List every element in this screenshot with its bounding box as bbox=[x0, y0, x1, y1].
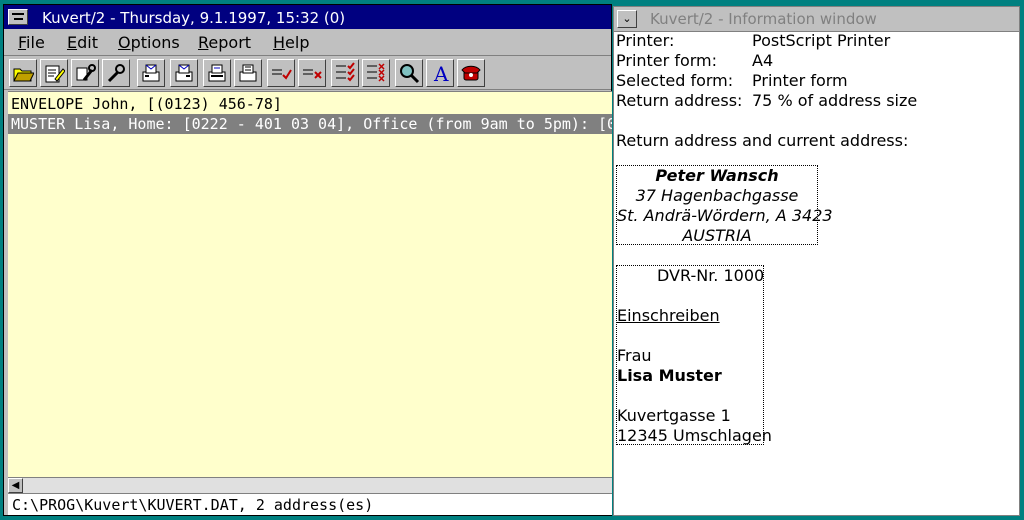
print-envelope-icon[interactable] bbox=[137, 59, 165, 87]
address-dvr: DVR-Nr. 1000 bbox=[657, 266, 765, 285]
print-label-icon[interactable] bbox=[203, 59, 231, 87]
system-menu-icon[interactable] bbox=[8, 9, 28, 25]
window-title: Kuvert/2 - Thursday, 9.1.1997, 15:32 (0) bbox=[42, 9, 346, 27]
address-list[interactable]: ENVELOPE John, [(0123) 456-78] MUSTER Li… bbox=[8, 91, 612, 478]
print-list-icon[interactable] bbox=[234, 59, 262, 87]
address-delivery: Einschreiben bbox=[617, 306, 720, 325]
return-street: 37 Hagenbachgasse bbox=[635, 186, 799, 205]
svg-text:A: A bbox=[433, 62, 449, 84]
toolbar: A bbox=[4, 56, 611, 90]
menu-edit[interactable]: Edit bbox=[67, 33, 98, 52]
return-name: Peter Wansch bbox=[655, 166, 779, 185]
main-window: Kuvert/2 - Thursday, 9.1.1997, 15:32 (0)… bbox=[3, 4, 612, 516]
address-salutation: Frau bbox=[617, 346, 652, 365]
return-city: St. Andrä-Wördern, A 3423 bbox=[617, 206, 833, 225]
cross-mark-icon[interactable] bbox=[298, 59, 326, 87]
address-preview-heading: Return address and current address: bbox=[616, 131, 909, 150]
multi-check-icon[interactable] bbox=[331, 59, 359, 87]
list-item[interactable]: ENVELOPE John, [(0123) 456-78] bbox=[8, 94, 612, 114]
check-mark-icon[interactable] bbox=[267, 59, 295, 87]
tools-icon[interactable] bbox=[71, 59, 99, 87]
menu-bar: File Edit Options Report Help bbox=[4, 29, 611, 56]
info-title-bar[interactable]: ⌄ Kuvert/2 - Information window bbox=[614, 7, 1019, 32]
font-icon[interactable]: A bbox=[426, 59, 454, 87]
info-field-printer-form: Printer form: A4 bbox=[616, 51, 774, 70]
status-bar: C:\PROG\Kuvert\KUVERT.DAT, 2 address(es) bbox=[8, 493, 612, 515]
scroll-left-arrow-icon[interactable]: ◀ bbox=[8, 478, 23, 493]
information-window: ⌄ Kuvert/2 - Information window Printer:… bbox=[613, 6, 1020, 516]
telephone-icon[interactable] bbox=[457, 59, 485, 87]
info-window-title: Kuvert/2 - Information window bbox=[650, 10, 877, 28]
address-city: 12345 Umschlagen bbox=[617, 426, 772, 445]
magnifier-icon[interactable] bbox=[395, 59, 423, 87]
info-field-selected-form: Selected form: Printer form bbox=[616, 71, 848, 90]
print-envelope-2-icon[interactable] bbox=[170, 59, 198, 87]
chevron-down-icon[interactable]: ⌄ bbox=[617, 10, 637, 28]
address-street: Kuvertgasse 1 bbox=[617, 406, 731, 425]
list-item-selected[interactable]: MUSTER Lisa, Home: [0222 - 401 03 04], O… bbox=[8, 114, 612, 134]
menu-file[interactable]: File bbox=[18, 33, 45, 52]
return-address-box: Peter Wansch 37 Hagenbachgasse St. Andrä… bbox=[616, 165, 833, 245]
info-field-return-address: Return address: 75 % of address size bbox=[616, 91, 918, 110]
menu-report[interactable]: Report bbox=[198, 33, 251, 52]
current-address-box: DVR-Nr. 1000 Einschreiben Frau Lisa Must… bbox=[616, 265, 772, 445]
wrench-icon[interactable] bbox=[102, 59, 130, 87]
title-bar[interactable]: Kuvert/2 - Thursday, 9.1.1997, 15:32 (0) bbox=[4, 5, 611, 29]
edit-document-icon[interactable] bbox=[40, 59, 68, 87]
multi-cross-icon[interactable] bbox=[362, 59, 390, 87]
open-folder-icon[interactable] bbox=[9, 59, 37, 87]
info-field-printer: Printer: PostScript Printer bbox=[616, 31, 891, 50]
menu-options[interactable]: Options bbox=[118, 33, 180, 52]
address-name: Lisa Muster bbox=[617, 366, 722, 385]
return-country: AUSTRIA bbox=[682, 226, 752, 245]
menu-help[interactable]: Help bbox=[273, 33, 309, 52]
horizontal-scrollbar[interactable]: ◀ bbox=[8, 477, 612, 493]
